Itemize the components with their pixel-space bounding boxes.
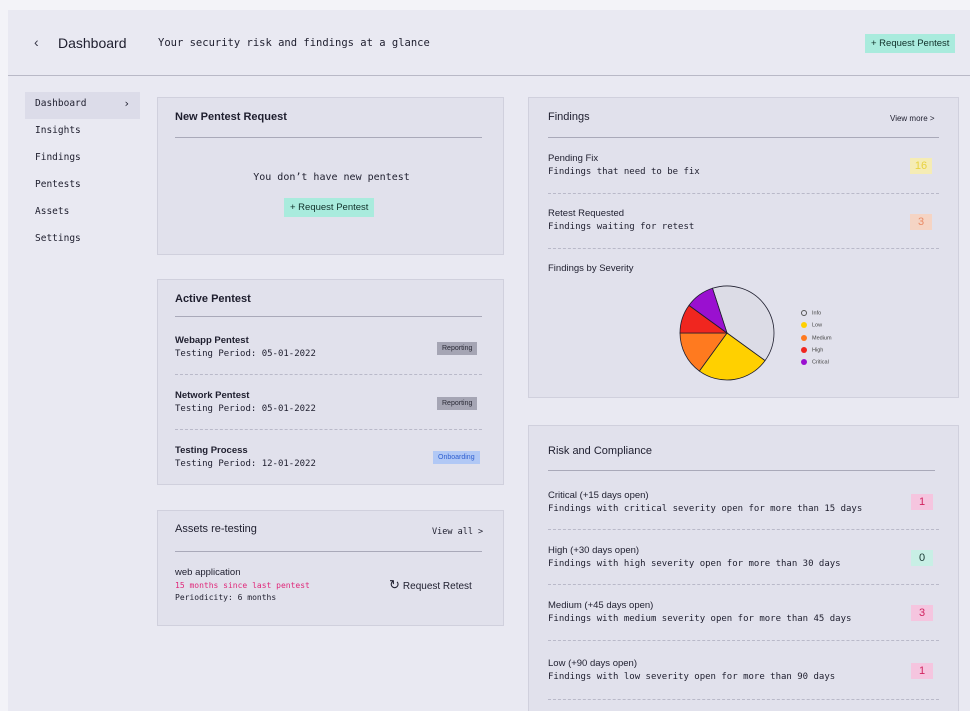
- sidebar-item-label: Settings: [35, 233, 81, 244]
- header: ‹ Dashboard Your security risk and findi…: [8, 10, 970, 76]
- legend-dot: [801, 322, 807, 329]
- sidebar-item-label: Assets: [35, 206, 70, 217]
- count-badge: 3: [911, 605, 933, 621]
- divider: [548, 137, 939, 138]
- pentest-name: Testing Process: [175, 445, 248, 456]
- sidebar-item-pentests[interactable]: Pentests: [25, 173, 140, 200]
- last-pentest-text: 15 months since last pentest: [175, 581, 310, 590]
- empty-state-text: You don’t have new pentest: [253, 172, 410, 183]
- severity-chart-title: Findings by Severity: [548, 263, 634, 274]
- risk-sub: Findings with high severity open for mor…: [548, 559, 841, 569]
- page-subtitle: Your security risk and findings at a gla…: [158, 37, 430, 49]
- divider: [548, 584, 939, 585]
- risk-title: Critical (+15 days open): [548, 490, 649, 501]
- sidebar-item-label: Insights: [35, 125, 81, 136]
- divider: [175, 551, 482, 552]
- divider: [175, 316, 482, 317]
- sidebar-item-label: Pentests: [35, 179, 81, 190]
- risk-title: High (+30 days open): [548, 545, 640, 556]
- chevron-left-icon[interactable]: ‹: [34, 34, 39, 50]
- risk-sub: Findings with critical severity open for…: [548, 504, 863, 514]
- assets-retesting-card: Assets re-testing View all > web applica…: [157, 510, 504, 626]
- card-title: Findings: [548, 111, 590, 123]
- pentest-name: Network Pentest: [175, 390, 250, 401]
- legend-item-info: Info: [801, 310, 821, 316]
- sidebar-item-assets[interactable]: Assets: [25, 200, 140, 227]
- finding-sub: Findings that need to be fix: [548, 167, 700, 177]
- divider: [175, 137, 482, 138]
- count-badge: 1: [911, 494, 933, 510]
- legend-label: Info: [812, 310, 822, 317]
- chevron-right-icon: ›: [123, 97, 130, 110]
- new-pentest-card: New Pentest Request You don’t have new p…: [157, 97, 504, 255]
- sidebar-item-label: Findings: [35, 152, 81, 163]
- legend-item-critical: Critical: [801, 359, 829, 366]
- legend-dot: [801, 359, 807, 366]
- sidebar-item-findings[interactable]: Findings: [25, 146, 140, 173]
- sidebar-item-dashboard[interactable]: Dashboard ›: [25, 92, 140, 119]
- divider: [548, 470, 935, 471]
- risk-title: Medium (+45 days open): [548, 600, 654, 611]
- divider: [548, 193, 939, 194]
- severity-pie-chart: [679, 285, 775, 381]
- divider: [548, 248, 939, 249]
- risk-sub: Findings with medium severity open for m…: [548, 614, 852, 624]
- legend-label: High: [812, 347, 824, 354]
- risk-sub: Findings with low severity open for more…: [548, 672, 836, 682]
- legend-item-medium: Medium: [801, 334, 832, 342]
- card-title: Active Pentest: [175, 293, 251, 305]
- status-badge: Onboarding: [433, 451, 480, 464]
- divider: [548, 640, 939, 641]
- request-retest-label: Request Retest: [402, 581, 472, 592]
- sidebar-item-label: Dashboard: [35, 98, 87, 109]
- refresh-icon: ↻: [389, 577, 400, 592]
- pentest-period: Testing Period: 05-01-2022: [175, 404, 316, 414]
- legend-item-high: High: [801, 346, 824, 354]
- sidebar-item-insights[interactable]: Insights: [25, 119, 140, 146]
- risk-compliance-card: Risk and Compliance Critical (+15 days o…: [528, 425, 959, 711]
- finding-title: Retest Requested: [548, 208, 625, 219]
- count-badge: 0: [911, 550, 933, 566]
- divider: [548, 699, 939, 700]
- pentest-period: Testing Period: 12-01-2022: [175, 459, 316, 469]
- status-badge: Reporting: [437, 397, 478, 410]
- legend-label: Low: [812, 322, 823, 329]
- view-more-link[interactable]: View more >: [890, 114, 935, 123]
- pentest-name: Webapp Pentest: [175, 335, 249, 346]
- card-title: Risk and Compliance: [548, 445, 652, 457]
- asset-name: web application: [175, 567, 241, 578]
- page-title: Dashboard: [58, 35, 127, 51]
- status-badge: Reporting: [437, 342, 478, 355]
- legend-dot: [801, 310, 807, 316]
- finding-title: Pending Fix: [548, 153, 599, 164]
- request-retest-button[interactable]: ↻ Request Retest: [389, 577, 472, 593]
- divider: [175, 429, 482, 430]
- legend-dot: [801, 346, 807, 353]
- pentest-period: Testing Period: 05-01-2022: [175, 349, 316, 359]
- legend-label: Medium: [812, 335, 832, 342]
- legend-label: Critical: [812, 359, 829, 366]
- card-title: New Pentest Request: [175, 111, 287, 123]
- dashboard-app: ‹ Dashboard Your security risk and findi…: [8, 10, 970, 711]
- divider: [548, 529, 939, 530]
- sidebar-item-settings[interactable]: Settings: [25, 227, 140, 254]
- request-pentest-button[interactable]: + Request Pentest: [284, 198, 375, 217]
- sidebar-nav: Dashboard › Insights Findings Pentests A…: [25, 92, 140, 254]
- count-badge: 1: [911, 663, 933, 679]
- view-all-link[interactable]: View all >: [432, 527, 483, 537]
- count-badge: 3: [910, 214, 932, 230]
- periodicity-text: Periodicity: 6 months: [175, 593, 277, 602]
- risk-title: Low (+90 days open): [548, 658, 637, 669]
- request-pentest-button[interactable]: + Request Pentest: [865, 34, 956, 53]
- active-pentest-card: Active Pentest Webapp Pentest Testing Pe…: [157, 279, 504, 485]
- legend-item-low: Low: [801, 322, 823, 329]
- divider: [175, 374, 482, 375]
- count-badge: 16: [910, 158, 932, 174]
- findings-card: Findings View more > Pending Fix Finding…: [528, 97, 959, 398]
- finding-sub: Findings waiting for retest: [548, 222, 695, 232]
- legend-dot: [801, 334, 807, 341]
- card-title: Assets re-testing: [175, 523, 257, 535]
